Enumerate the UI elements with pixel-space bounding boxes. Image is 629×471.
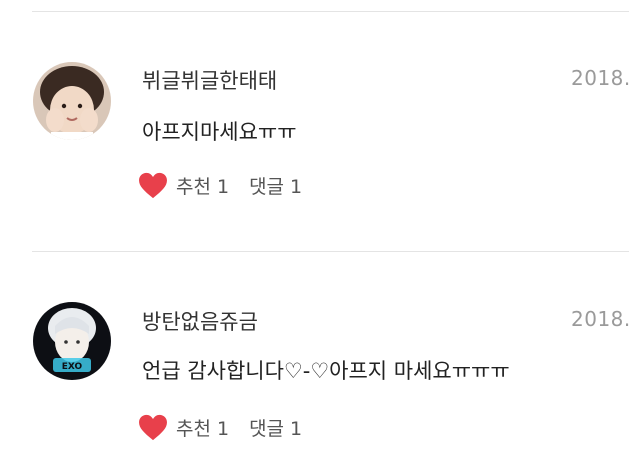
like-button[interactable]: 추천 1 xyxy=(176,172,229,199)
user-photo-icon: EXO xyxy=(33,302,111,380)
svg-text:EXO: EXO xyxy=(62,362,83,372)
like-label: 추천 xyxy=(176,176,211,198)
comment-text: 아프지마세요ㅠㅠ xyxy=(142,120,297,144)
reply-label: 댓글 xyxy=(249,176,285,198)
like-button[interactable]: 추천 1 xyxy=(176,414,229,441)
reply-count: 1 xyxy=(290,176,303,198)
heart-icon[interactable] xyxy=(138,414,168,441)
comment-author[interactable]: 방탄없음쥬금 xyxy=(142,306,258,336)
like-count: 1 xyxy=(216,176,230,198)
comment-date: 2018. xyxy=(571,307,629,331)
heart-icon[interactable] xyxy=(138,172,168,199)
top-divider xyxy=(32,11,629,12)
comment-author[interactable]: 뷔글뷔글한태태 xyxy=(142,65,277,95)
comment-divider xyxy=(32,251,629,252)
comment-actions: 추천 1 댓글 1 xyxy=(138,172,302,199)
comment-actions: 추천 1 댓글 1 xyxy=(138,414,302,441)
comment-date: 2018. xyxy=(571,66,629,90)
like-label: 추천 xyxy=(176,418,211,440)
reply-label: 댓글 xyxy=(249,418,285,440)
reply-button[interactable]: 댓글 1 xyxy=(249,414,302,441)
comment-text: 언급 감사합니다♡-♡아프지 마세요ㅠㅠㅠ xyxy=(142,359,510,383)
avatar[interactable] xyxy=(33,62,111,140)
like-count: 1 xyxy=(216,418,230,440)
avatar[interactable]: EXO xyxy=(33,302,111,380)
reply-button[interactable]: 댓글 1 xyxy=(249,172,302,199)
reply-count: 1 xyxy=(290,418,303,440)
user-photo-icon xyxy=(33,62,111,140)
